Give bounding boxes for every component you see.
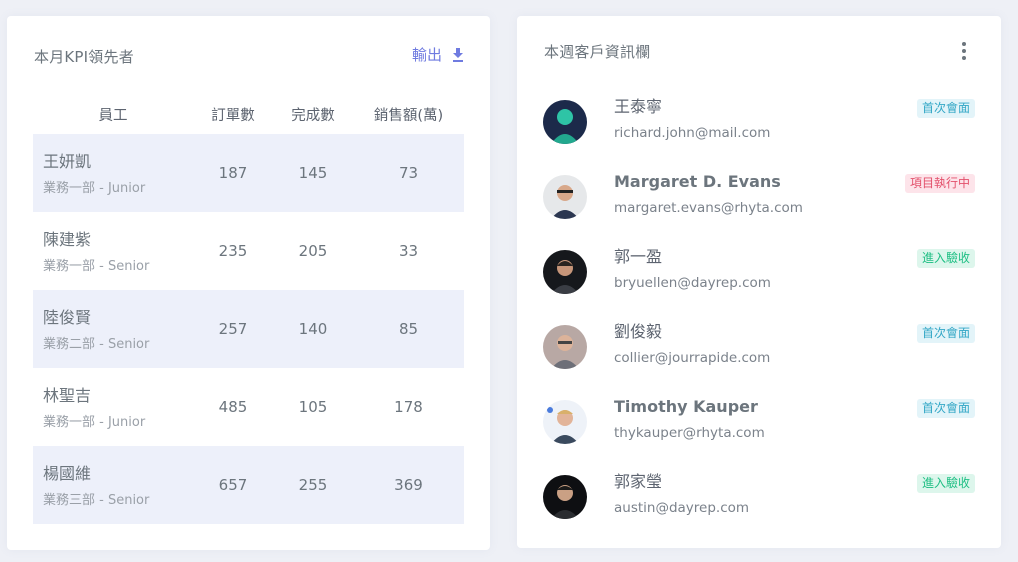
orders-cell: 187 (193, 134, 273, 212)
kpi-table: 員工 訂單數 完成數 銷售額(萬) 王妍凱 業務一部 - Junior 187 145… (33, 94, 464, 524)
orders-cell: 257 (193, 290, 273, 368)
col-header-sales: 銷售額(萬) (373, 107, 444, 124)
orders-cell: 485 (218, 398, 248, 416)
more-vertical-icon[interactable] (960, 42, 968, 60)
employee-dept: 業務一部 - Senior (43, 258, 150, 274)
employee-dept: 業務二部 - Senior (43, 336, 150, 352)
list-item[interactable]: 郭家瑩 austin@dayrep.com 進入驗收 (543, 471, 975, 546)
clients-card-title: 本週客戶資訊欄 (544, 43, 651, 61)
completed-cell: 140 (273, 290, 353, 368)
download-icon (453, 47, 463, 62)
list-item[interactable]: 劉俊毅 collier@jourrapide.com 首次會面 (543, 321, 975, 396)
avatar (543, 400, 587, 444)
avatar (543, 175, 587, 219)
col-header-employee: 員工 (98, 107, 128, 124)
orders-cell: 235 (218, 242, 248, 260)
client-name: 郭一盈 (614, 247, 663, 266)
table-row: 楊國維 業務三部 - Senior 657 255 369 (33, 446, 464, 524)
employee-name: 楊國維 (43, 463, 92, 483)
table-row: 陸俊賢 業務二部 - Senior 257 140 85 (33, 290, 464, 368)
kpi-leaders-card: 本月KPI領先者 輸出 員工 訂單數 完成數 銷售額(萬) 王妍凱業務一部 - … (7, 16, 490, 550)
export-button[interactable]: 輸出 (412, 44, 464, 65)
client-email: richard.john@mail.com (614, 125, 771, 141)
client-name: Margaret D. Evans (614, 172, 781, 191)
sales-cell: 85 (353, 290, 464, 368)
employee-dept: 業務一部 - Junior (43, 414, 146, 430)
employee-dept: 業務三部 - Senior (43, 492, 150, 508)
client-email: thykauper@rhyta.com (614, 425, 765, 441)
client-name: 王泰寧 (614, 97, 663, 116)
completed-cell: 145 (273, 134, 353, 212)
table-row: 王妍凱 業務一部 - Junior 187 145 73 (33, 134, 464, 212)
col-header-completed: 完成數 (291, 107, 335, 124)
completed-cell: 105 (298, 398, 328, 416)
export-label: 輸出 (411, 46, 442, 64)
client-email: austin@dayrep.com (614, 500, 750, 516)
client-email: bryuellen@dayrep.com (614, 275, 771, 291)
sales-cell: 73 (353, 134, 464, 212)
client-name: Timothy Kauper (614, 397, 758, 416)
status-badge: 進入驗收 (916, 474, 975, 493)
status-badge: 項目執行中 (904, 174, 975, 193)
employee-dept: 業務一部 - Junior (43, 180, 146, 196)
employee-name: 陳建紫 (43, 229, 92, 249)
kpi-card-title: 本月KPI領先者 (34, 48, 134, 66)
completed-cell: 255 (273, 446, 353, 524)
avatar (543, 100, 587, 144)
status-badge: 首次會面 (916, 324, 975, 343)
weekly-clients-card: 本週客戶資訊欄 王泰寧 richard.john@mail.com 首次會面 Marg… (517, 16, 1001, 548)
completed-cell: 205 (298, 242, 328, 260)
status-badge: 首次會面 (916, 399, 975, 418)
avatar (543, 475, 587, 519)
list-item[interactable]: Timothy Kauper thykauper@rhyta.com 首次會面 (543, 396, 975, 471)
employee-cell: 王妍凱業務一部 - Junior (33, 134, 193, 212)
table-row: 林聖吉業務一部 - Junior 485 105 178 (33, 368, 464, 446)
orders-cell: 657 (193, 446, 273, 524)
kpi-table-header: 員工 訂單數 完成數 銷售額(萬) (33, 94, 464, 134)
employee-cell: 林聖吉業務一部 - Junior (33, 368, 193, 446)
client-name: 郭家瑩 (614, 472, 663, 491)
employee-name: 王妍凱 (43, 151, 92, 171)
list-item[interactable]: Margaret D. Evans margaret.evans@rhyta.co… (543, 171, 975, 246)
employee-cell: 楊國維業務三部 - Senior (33, 446, 193, 524)
client-list: 王泰寧 richard.john@mail.com 首次會面 Margaret D. … (543, 96, 975, 546)
sales-cell: 33 (398, 242, 419, 260)
status-badge: 進入驗收 (916, 249, 975, 268)
client-name: 劉俊毅 (614, 322, 663, 341)
client-email: collier@jourrapide.com (614, 350, 771, 366)
list-item[interactable]: 郭一盈 bryuellen@dayrep.com 進入驗收 (543, 246, 975, 321)
sales-cell: 369 (353, 446, 464, 524)
employee-cell: 陸俊賢業務二部 - Senior (33, 290, 193, 368)
list-item[interactable]: 王泰寧 richard.john@mail.com 首次會面 (543, 96, 975, 171)
sales-cell: 178 (394, 398, 423, 416)
employee-name: 林聖吉 (43, 385, 92, 405)
avatar (543, 250, 587, 294)
client-email: margaret.evans@rhyta.com (614, 200, 803, 216)
col-header-orders: 訂單數 (211, 107, 255, 124)
employee-name: 陸俊賢 (43, 307, 92, 327)
status-badge: 首次會面 (916, 99, 975, 118)
table-row: 陳建紫業務一部 - Senior 235 205 33 (33, 212, 464, 290)
avatar (543, 325, 587, 369)
employee-cell: 陳建紫業務一部 - Senior (33, 212, 193, 290)
